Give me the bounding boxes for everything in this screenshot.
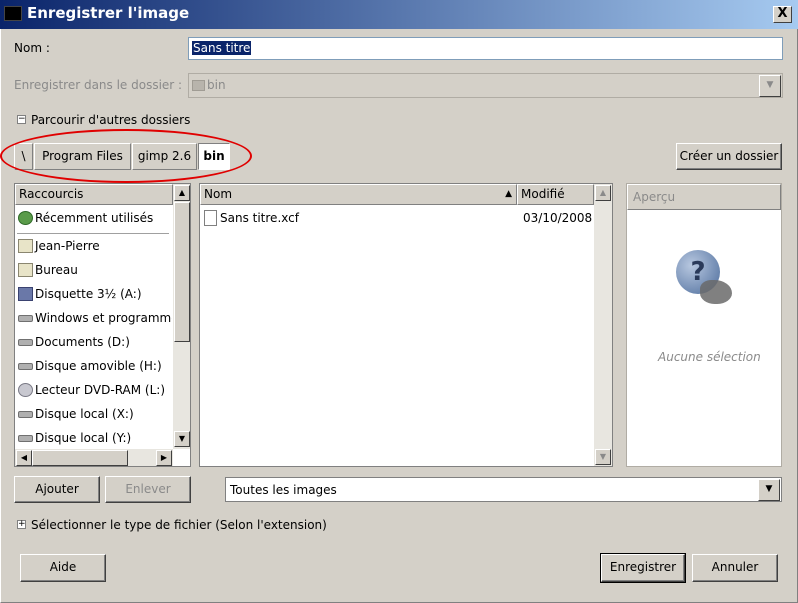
cdrom-icon xyxy=(18,383,33,397)
drive-icon xyxy=(18,435,33,442)
chevron-down-icon[interactable]: ▼ xyxy=(759,75,781,97)
file-modified: 03/10/2008 xyxy=(523,211,593,225)
preview-panel xyxy=(626,183,782,467)
save-button[interactable]: Enregistrer xyxy=(600,553,686,583)
name-input-value: Sans titre xyxy=(192,41,252,55)
save-in-value: bin xyxy=(207,78,226,92)
place-item-removable[interactable]: Disque amovible (H:) xyxy=(15,354,172,378)
preview-header: Aperçu xyxy=(627,184,781,210)
file-type-expander[interactable]: Sélectionner le type de fichier (Selon l… xyxy=(31,518,327,532)
place-item-floppy[interactable]: Disquette 3½ (A:) xyxy=(15,282,172,306)
cancel-button[interactable]: Annuler xyxy=(692,554,778,582)
expand-icon[interactable]: + xyxy=(17,520,26,529)
place-item-windows[interactable]: Windows et programmes (C:) xyxy=(15,306,172,330)
place-item-local-x[interactable]: Disque local (X:) xyxy=(15,402,172,426)
place-label: Disque local (Y:) xyxy=(35,431,132,445)
file-row[interactable]: Sans titre.xcf 03/10/2008 xyxy=(200,206,593,230)
file-filter-combo[interactable]: Toutes les images ▼ xyxy=(225,477,782,502)
save-in-combo[interactable]: bin ▼ xyxy=(188,73,783,98)
place-label: Documents (D:) xyxy=(35,335,130,349)
file-filter-value: Toutes les images xyxy=(230,483,337,497)
scroll-left-icon[interactable]: ◀ xyxy=(16,450,32,466)
window-title: Enregistrer l'image xyxy=(27,4,190,22)
remove-bookmark-button[interactable]: Enlever xyxy=(105,476,191,503)
place-label: Disque local (X:) xyxy=(35,407,134,421)
recent-icon xyxy=(18,211,33,225)
folder-icon xyxy=(18,239,33,253)
help-button[interactable]: Aide xyxy=(20,554,106,582)
place-item-local-y[interactable]: Disque local (Y:) xyxy=(15,426,172,450)
scroll-up-icon[interactable]: ▲ xyxy=(174,185,190,201)
place-label: Disquette 3½ (A:) xyxy=(35,287,142,301)
files-col-name[interactable]: Nom ▲ xyxy=(200,184,517,205)
place-item-jean-pierre[interactable]: Jean-Pierre xyxy=(15,234,172,258)
name-label: Nom : xyxy=(14,41,50,55)
places-hscroll-thumb[interactable] xyxy=(32,450,128,466)
place-label: Disque amovible (H:) xyxy=(35,359,162,373)
window-icon xyxy=(4,6,22,21)
place-label: Bureau xyxy=(35,263,78,277)
files-vscrollbar[interactable] xyxy=(594,184,612,466)
browse-folders-expander[interactable]: Parcourir d'autres dossiers xyxy=(31,113,190,127)
places-vscroll-thumb[interactable] xyxy=(174,202,190,342)
save-in-label: Enregistrer dans le dossier : xyxy=(14,78,183,92)
add-bookmark-button[interactable]: Ajouter xyxy=(14,476,100,503)
file-name: Sans titre.xcf xyxy=(220,211,299,225)
scroll-up-icon[interactable]: ▲ xyxy=(595,185,611,201)
place-label: Jean-Pierre xyxy=(35,239,100,253)
name-input[interactable]: Sans titre xyxy=(188,37,783,60)
chevron-down-icon[interactable]: ▼ xyxy=(758,479,780,501)
place-item-documents[interactable]: Documents (D:) xyxy=(15,330,172,354)
place-item-recent[interactable]: Récemment utilisés xyxy=(15,206,172,230)
files-col-name-label: Nom xyxy=(204,187,233,201)
places-list: Récemment utilisés Jean-Pierre Bureau Di… xyxy=(15,206,173,450)
place-label: Récemment utilisés xyxy=(35,211,154,225)
place-item-dvd[interactable]: Lecteur DVD-RAM (L:) xyxy=(15,378,172,402)
drive-icon xyxy=(18,339,33,346)
create-folder-button[interactable]: Créer un dossier xyxy=(676,143,782,170)
folder-icon xyxy=(18,263,33,277)
drive-icon xyxy=(18,363,33,370)
preview-empty-label: Aucune sélection xyxy=(658,350,761,364)
scroll-down-icon[interactable]: ▼ xyxy=(595,449,611,465)
scroll-right-icon[interactable]: ▶ xyxy=(156,450,172,466)
drive-icon xyxy=(18,411,33,418)
sort-arrow-icon: ▲ xyxy=(505,189,512,199)
file-icon xyxy=(204,210,217,226)
gimp-mascot-icon xyxy=(700,280,732,304)
places-header[interactable]: Raccourcis xyxy=(15,184,173,205)
collapse-icon[interactable]: − xyxy=(17,115,26,124)
scroll-down-icon[interactable]: ▼ xyxy=(174,431,190,447)
place-label: Windows et programmes (C:) xyxy=(35,311,172,325)
place-item-bureau[interactable]: Bureau xyxy=(15,258,172,282)
files-col-modified[interactable]: Modifié xyxy=(517,184,594,205)
folder-icon xyxy=(192,80,205,91)
highlight-ellipse xyxy=(0,129,252,183)
close-button[interactable]: X xyxy=(773,6,792,23)
place-label: Lecteur DVD-RAM (L:) xyxy=(35,383,166,397)
drive-icon xyxy=(18,315,33,322)
floppy-icon xyxy=(18,287,33,301)
